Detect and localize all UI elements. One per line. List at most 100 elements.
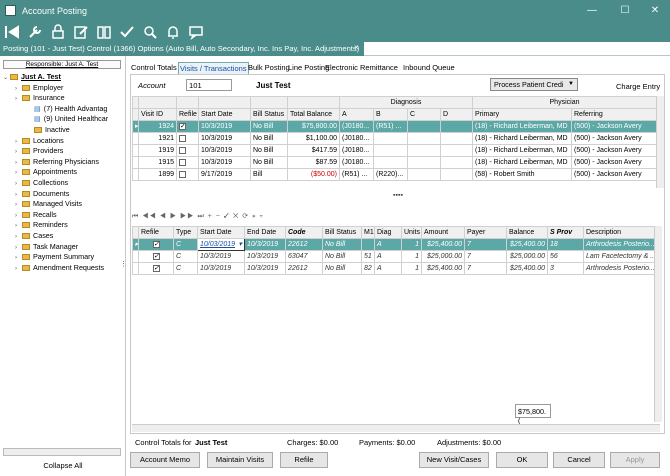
posting-tab[interactable]: Posting (101 - Just Test) Control (1366)… [0, 42, 364, 56]
record-navigator[interactable]: ⏮ ◀◀ ◀ ▶ ▶▶ ⏭ + − ✓ ✕ ⟳ ∗ ▿ [132, 212, 264, 224]
expand-icon[interactable]: › [15, 265, 21, 274]
refile-button[interactable]: Refile [280, 452, 328, 468]
refile-cell[interactable] [138, 250, 174, 263]
table-row[interactable]: 1899 9/17/2019 Bill ($50.00) (R51) ... (R220)… [132, 168, 656, 181]
refile-cell[interactable] [176, 120, 199, 133]
refile-cell[interactable] [176, 132, 199, 145]
column-header[interactable]: Diag [374, 226, 402, 239]
tree-node[interactable]: › Appointments [15, 167, 77, 176]
column-header[interactable]: D [440, 108, 473, 121]
start-date-editor[interactable]: 10/03/2019 [200, 241, 235, 248]
back-icon[interactable] [4, 24, 20, 40]
subtab-5[interactable]: Inbound Queue [402, 62, 456, 74]
refile-checkbox[interactable] [152, 240, 160, 250]
tree-node[interactable]: Inactive [27, 125, 70, 134]
column-header[interactable]: Primary [472, 108, 572, 121]
tree-node[interactable]: › Managed Visits [15, 199, 82, 208]
process-patient-credit-dropdown[interactable]: Process Patient Credi ▼ [490, 78, 578, 91]
column-header[interactable]: C [407, 108, 441, 121]
column-header[interactable]: A [339, 108, 374, 121]
tree-node[interactable]: › Reminders [15, 220, 68, 229]
column-header[interactable]: Referring [571, 108, 656, 121]
tree-node[interactable]: ▤ (7) Health Advantag [27, 104, 107, 113]
tree-node[interactable]: ⌄ Just A. Test [3, 72, 61, 81]
tree-node[interactable]: › Providers [15, 146, 63, 155]
account-memo-button[interactable]: Account Memo [130, 452, 200, 468]
cell-start[interactable]: 10/3/2019 [197, 262, 245, 275]
new-visit-cases-button[interactable]: New Visit/Cases [419, 452, 489, 468]
book-icon[interactable] [96, 24, 112, 40]
table-row[interactable]: ▸C10/03/2019 ▾10/3/201922612No BillA1$25… [132, 238, 654, 251]
apply-button[interactable]: Apply [610, 452, 660, 468]
refile-cell[interactable] [138, 262, 174, 275]
tree-node[interactable]: › Locations [15, 136, 64, 145]
column-header[interactable]: Type [173, 226, 198, 239]
panel-splitter[interactable]: ⋮ [120, 260, 127, 268]
refile-checkbox[interactable] [179, 122, 186, 132]
maximize-button[interactable]: ☐ [616, 3, 634, 19]
refile-checkbox[interactable] [179, 170, 186, 178]
column-header[interactable]: Start Date [198, 108, 251, 121]
column-header[interactable]: Bill Status [250, 108, 288, 121]
close-window-button[interactable]: ✕ [646, 3, 664, 19]
ok-button[interactable]: OK [496, 452, 548, 468]
cell-start[interactable]: 10/03/2019 ▾ [197, 238, 245, 251]
bell-icon[interactable] [165, 24, 181, 40]
table-row[interactable]: C10/3/201910/3/201922612No Bill82A1$25,4… [132, 262, 654, 275]
tree-node[interactable]: › Recalls [15, 210, 57, 219]
tree-node[interactable]: › Documents [15, 189, 69, 198]
lines-vscrollbar[interactable] [654, 226, 662, 422]
grid-splitter[interactable]: ▪▪▪▪ [393, 192, 403, 199]
charge-entry-link[interactable]: Charge Entry [616, 82, 660, 91]
tree-node[interactable]: › Insurance [15, 93, 65, 102]
column-header[interactable]: Amount [421, 226, 465, 239]
chat-icon[interactable] [188, 24, 204, 41]
column-header[interactable]: Units [401, 226, 422, 239]
tree-node[interactable]: › Collections [15, 178, 68, 187]
maintain-visits-button[interactable]: Maintain Visits [207, 452, 273, 468]
column-header[interactable]: Total Balance [287, 108, 340, 121]
refile-checkbox[interactable] [179, 158, 186, 166]
table-row[interactable]: 1915 10/3/2019 No Bill $87.59 (J0180... (18) … [132, 156, 656, 169]
tree-hscrollbar[interactable] [3, 448, 121, 456]
minimize-button[interactable]: — [583, 3, 601, 19]
column-header[interactable]: End Date [244, 226, 286, 239]
subtab-0[interactable]: Control Totals [130, 62, 178, 74]
column-header[interactable]: M1 [361, 226, 375, 239]
refile-cell[interactable] [176, 144, 199, 157]
tree-node[interactable]: › Cases [15, 231, 53, 240]
refile-checkbox[interactable] [152, 264, 160, 274]
expand-icon[interactable]: ⌄ [3, 74, 9, 83]
column-header[interactable]: B [373, 108, 408, 121]
search-icon[interactable] [142, 24, 158, 40]
tree-node[interactable]: › Payment Summary [15, 252, 94, 261]
edit-icon[interactable] [73, 24, 89, 40]
collapse-all-button[interactable]: Collapse All [0, 461, 126, 470]
tree-node[interactable]: ▤ (9) United Healthcar [27, 114, 108, 123]
table-row[interactable]: C10/3/201910/3/201963047No Bill51A1$25,0… [132, 250, 654, 263]
table-row[interactable]: ▸1924 10/3/2019No Bill$75,800.00(J0180...… [132, 120, 656, 133]
column-header[interactable]: Visit ID [138, 108, 177, 121]
subtab-4[interactable]: Electronic Remittance [324, 62, 399, 74]
tree-node[interactable]: › Referring Physicians [15, 157, 99, 166]
visits-vscrollbar[interactable] [656, 96, 664, 188]
expand-icon[interactable]: › [15, 95, 21, 104]
subtab-1[interactable]: Visits / Transactions [178, 62, 249, 74]
table-row[interactable]: 1919 10/3/2019 No Bill $417.59 (J0180... (18)… [132, 144, 656, 157]
tree-node[interactable]: › Employer [15, 83, 63, 92]
column-header[interactable]: Payer [464, 226, 507, 239]
cell-start[interactable]: 10/3/2019 [197, 250, 245, 263]
refile-checkbox[interactable] [152, 252, 160, 262]
column-header[interactable]: Balance [506, 226, 548, 239]
refile-cell[interactable] [176, 156, 199, 169]
refile-cell[interactable] [138, 238, 174, 251]
table-row[interactable]: 1921 10/3/2019 No Bill $1,100.00 (J0180... (1… [132, 132, 656, 145]
column-header[interactable]: Refile [138, 226, 174, 239]
account-input[interactable]: 101 [186, 79, 232, 91]
refile-cell[interactable] [176, 168, 199, 181]
column-header[interactable]: Description [583, 226, 654, 239]
subtab-2[interactable]: Bulk Posting [247, 62, 291, 74]
close-tab-icon[interactable]: × [354, 43, 359, 52]
check-icon[interactable] [119, 24, 135, 40]
column-header[interactable]: Start Date [197, 226, 245, 239]
